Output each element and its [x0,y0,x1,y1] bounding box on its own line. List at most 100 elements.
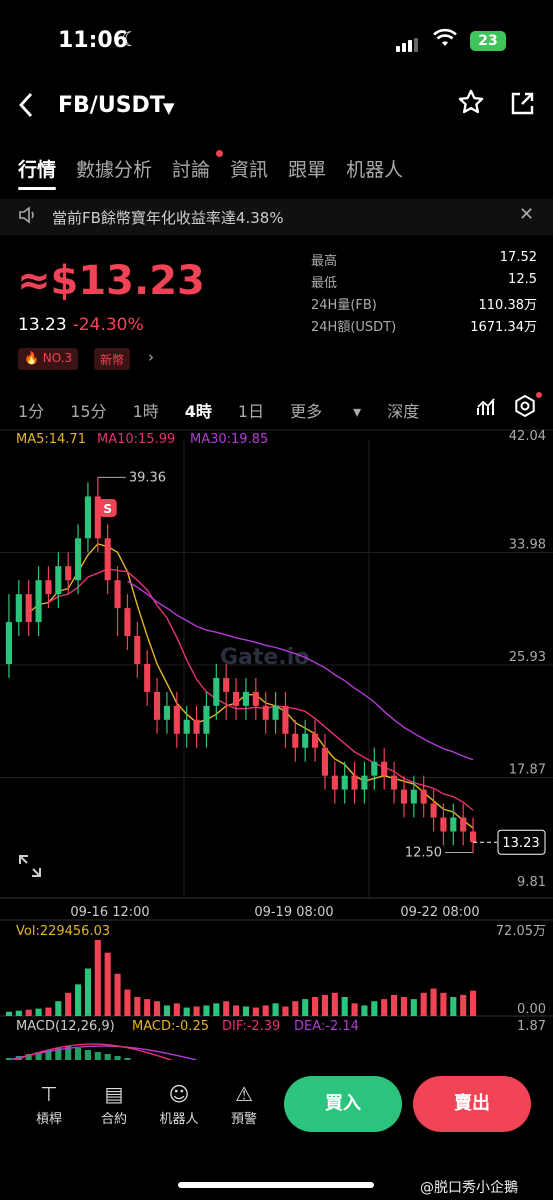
x-tick-label: 09-19 08:00 [254,905,333,920]
interval-15m[interactable]: 15分 [70,398,106,422]
volume-bar [400,997,407,1016]
candle-body [302,733,309,748]
rank-badge[interactable]: 🔥 NO.3 [18,348,79,370]
volume-bar [154,1001,161,1016]
y-tick-label: 42.04 [509,429,546,444]
candle-body [35,580,42,623]
depth-tab[interactable]: 深度 [387,398,419,422]
last-price: 13.23 [18,315,67,335]
star-icon[interactable] [457,88,485,123]
change-percent: -24.30% [72,315,144,335]
volume-bar [470,990,477,1016]
robot-button[interactable]: ☺ 机器人 [151,1082,207,1127]
volume-bar [84,968,91,1016]
candle-body [252,691,259,706]
contract-icon: ▤ [104,1082,124,1106]
share-icon[interactable] [509,91,535,121]
sell-button[interactable]: 賣出 [413,1076,531,1132]
candle-body [391,775,398,790]
candle-body [430,803,437,818]
candle-body [312,733,319,748]
candle-body [5,622,12,664]
kline-chart[interactable]: MA5:14.71 MA10:15.99 MA30:19.85 42.04 33.… [0,428,553,1060]
buy-button[interactable]: 買入 [284,1076,402,1132]
ticker-stats: 最高 17.52 最低 12.5 24H量(FB) 110.38万 24H額(USDT… [311,250,537,338]
volume-bar [420,992,427,1016]
indicator-icon[interactable] [475,396,497,422]
volume-bar [5,1011,12,1016]
interval-1h[interactable]: 1時 [133,398,159,422]
high-price-label: 39.36 [129,470,166,485]
candle-body [460,817,467,832]
volume-bar [410,999,417,1016]
stat-high: 最高 17.52 [311,250,537,269]
tab-market[interactable]: 行情 [18,155,57,190]
margin-button[interactable]: ⊤ 槓桿 [21,1082,77,1127]
interval-4h[interactable]: 4時 [185,398,212,422]
macd-value: MACD:-0.25 [132,1019,209,1034]
credit-watermark: @脱口秀小企鵝 [420,1180,518,1196]
battery-icon: 23 [470,31,506,51]
x-tick-label: 09-16 12:00 [70,905,149,920]
volume-bar [94,940,101,1016]
volume-bar [381,999,388,1016]
notice-text[interactable]: 當前FB餘幣寶年化收益率達4.38% [52,207,284,228]
candle-body [55,566,62,595]
tab-copy-trade[interactable]: 跟單 [288,155,326,182]
tab-discussion[interactable]: 討論 [172,155,210,182]
current-price-label: 13.23 [502,836,539,851]
tab-data-analysis[interactable]: 數據分析 [76,155,152,182]
candle-body [272,705,279,720]
ma30-legend: MA30:19.85 [190,432,268,447]
signal-icon [396,33,420,52]
candle-body [242,691,249,706]
futures-button[interactable]: ▤ 合約 [86,1082,142,1127]
volume-bar [183,1007,190,1016]
volume-bar [272,1003,279,1016]
interval-1d[interactable]: 1日 [238,398,264,422]
volume-bar [460,994,467,1016]
candle-body [262,705,269,720]
candle-body [84,496,91,539]
home-indicator[interactable] [178,1182,374,1188]
caret-down-icon[interactable]: ▼ [163,99,175,117]
volume-bar [144,999,151,1016]
dif-value: DIF:-2.39 [222,1019,280,1034]
volume-bar [114,973,121,1016]
volume-bar [25,1009,32,1016]
volume-bar [282,1006,289,1016]
volume-bar [351,1003,358,1016]
chevron-right-icon[interactable]: › [148,348,154,366]
moon-icon: ☾ [121,27,139,51]
volume-bar [450,997,457,1016]
candle-body [45,580,52,595]
new-coin-badge[interactable]: 新幣 [94,348,131,370]
candle-body [15,594,22,623]
main-tabs: 行情 數據分析 討論 資訊 跟單 机器人 [18,155,403,190]
volume-bar [391,994,398,1016]
interval-1m[interactable]: 1分 [18,398,44,422]
candle-body [154,691,161,720]
candle-body [183,719,190,734]
candle-body [193,719,200,734]
volume-bar [371,1001,378,1016]
candle-body [173,705,180,734]
tab-news[interactable]: 資訊 [230,155,268,182]
close-icon[interactable]: ✕ [519,204,534,225]
interval-more[interactable]: 更多 ▾ [290,398,361,422]
volume-bar [302,999,309,1016]
gate-watermark: Gate.io [220,645,309,670]
ma10-legend: MA10:15.99 [97,432,175,447]
candle-body [213,677,220,706]
macd-bar [84,1050,91,1060]
volume-bar [55,1001,62,1016]
back-icon[interactable] [18,92,34,125]
pair-title[interactable]: FB/USDT [58,93,165,118]
alert-button[interactable]: ⚠ 預警 [216,1082,272,1127]
tab-robot[interactable]: 机器人 [346,155,403,182]
volume-bar [341,997,348,1016]
candle-body [203,705,210,734]
candle-body [163,705,170,720]
candle-body [114,580,121,609]
gear-icon[interactable] [513,394,537,424]
